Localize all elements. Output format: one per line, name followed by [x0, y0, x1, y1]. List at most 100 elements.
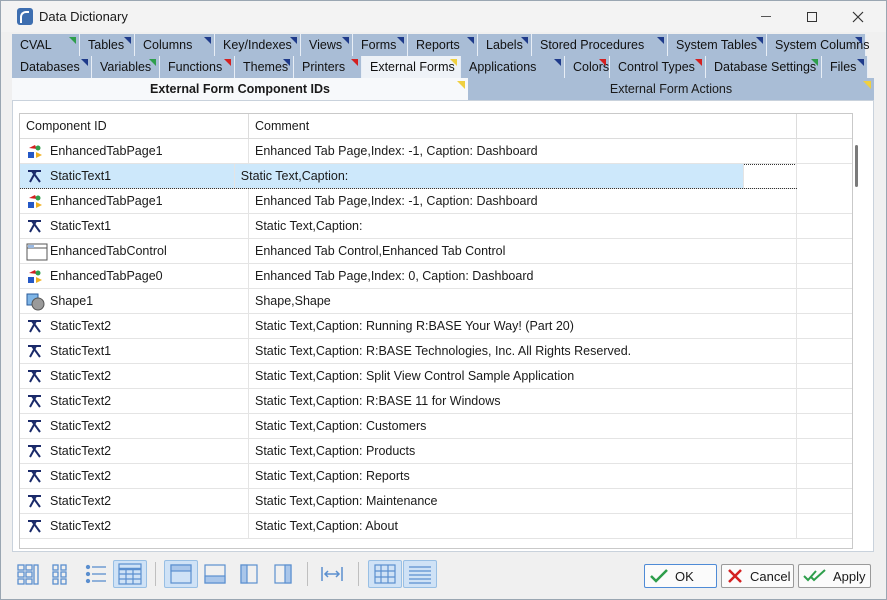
- cell-component-id[interactable]: StaticText2: [20, 414, 249, 438]
- table-row[interactable]: StaticText1 Static Text,Caption:: [20, 164, 797, 189]
- tab-stored-procedures[interactable]: Stored Procedures: [532, 34, 668, 56]
- large-icons-view-button[interactable]: [13, 560, 43, 588]
- tab-columns[interactable]: Columns: [135, 34, 215, 56]
- tab-corner-marker: [857, 59, 864, 66]
- tab-tables[interactable]: Tables: [80, 34, 135, 56]
- tab-databases[interactable]: Databases: [12, 56, 92, 78]
- cell-comment[interactable]: Static Text,Caption: Products: [249, 439, 797, 463]
- cell-comment[interactable]: Static Text,Caption:: [249, 214, 797, 238]
- cell-component-id[interactable]: StaticText2: [20, 314, 249, 338]
- grid-lines-button[interactable]: [368, 560, 402, 588]
- table-row[interactable]: StaticText2 Static Text,Caption: Customer…: [20, 414, 852, 439]
- tab-colors[interactable]: Colors: [565, 56, 610, 78]
- cell-comment[interactable]: Static Text,Caption: Reports: [249, 464, 797, 488]
- tab-system-tables[interactable]: System Tables: [668, 34, 767, 56]
- tab-forms[interactable]: Forms: [353, 34, 408, 56]
- table-row[interactable]: Shape1 Shape,Shape: [20, 289, 852, 314]
- tab-external-forms[interactable]: External Forms: [362, 56, 461, 78]
- tab-files[interactable]: Files: [822, 56, 868, 78]
- cell-component-id[interactable]: StaticText2: [20, 514, 249, 538]
- tab-cval[interactable]: CVAL: [12, 34, 80, 56]
- tab-key-indexes[interactable]: Key/Indexes: [215, 34, 301, 56]
- tab-variables[interactable]: Variables: [92, 56, 160, 78]
- table-row[interactable]: StaticText2 Static Text,Caption: Maintena…: [20, 489, 852, 514]
- tab-printers[interactable]: Printers: [294, 56, 362, 78]
- cell-comment[interactable]: Static Text,Caption: About: [249, 514, 797, 538]
- tab-control-types[interactable]: Control Types: [610, 56, 706, 78]
- cell-comment[interactable]: Enhanced Tab Control,Enhanced Tab Contro…: [249, 239, 797, 263]
- cell-component-id[interactable]: EnhancedTabPage0: [20, 264, 249, 288]
- tab-label: Databases: [20, 60, 80, 74]
- tab-database-settings[interactable]: Database Settings: [706, 56, 822, 78]
- list-view-button[interactable]: [81, 560, 111, 588]
- table-row[interactable]: StaticText2 Static Text,Caption: Running …: [20, 314, 852, 339]
- details-view-button[interactable]: [113, 560, 147, 588]
- cell-component-id[interactable]: StaticText1: [20, 164, 235, 188]
- cell-comment[interactable]: Static Text,Caption: Running R:BASE Your…: [249, 314, 797, 338]
- table-row[interactable]: StaticText2 Static Text,Caption: Products: [20, 439, 852, 464]
- cell-component-id[interactable]: StaticText1: [20, 339, 249, 363]
- table-row[interactable]: EnhancedTabPage0 Enhanced Tab Page,Index:…: [20, 264, 852, 289]
- tab-applications[interactable]: Applications: [461, 56, 565, 78]
- table-row[interactable]: StaticText2 Static Text,Caption: Split Vi…: [20, 364, 852, 389]
- minimize-button[interactable]: [743, 1, 789, 32]
- column-header-component-id[interactable]: Component ID: [20, 114, 249, 139]
- cell-component-id[interactable]: EnhancedTabPage1: [20, 139, 249, 163]
- apply-button[interactable]: Apply: [798, 564, 871, 588]
- column-header-comment[interactable]: Comment: [249, 114, 797, 139]
- cell-comment[interactable]: Static Text,Caption: Split View Control …: [249, 364, 797, 388]
- cell-component-id[interactable]: Shape1: [20, 289, 249, 313]
- cell-component-id[interactable]: StaticText2: [20, 439, 249, 463]
- cell-component-id[interactable]: StaticText2: [20, 464, 249, 488]
- small-icons-view-button[interactable]: [47, 560, 77, 588]
- cell-comment[interactable]: Shape,Shape: [249, 289, 797, 313]
- maximize-button[interactable]: [789, 1, 835, 32]
- cell-comment[interactable]: Enhanced Tab Page,Index: -1, Caption: Da…: [249, 139, 797, 163]
- close-button[interactable]: [835, 1, 881, 32]
- cell-comment[interactable]: Static Text,Caption: R:BASE Technologies…: [249, 339, 797, 363]
- cell-comment[interactable]: Static Text,Caption: Maintenance: [249, 489, 797, 513]
- layout-top-button[interactable]: [164, 560, 198, 588]
- table-row[interactable]: StaticText1 Static Text,Caption:: [20, 214, 852, 239]
- tab-functions[interactable]: Functions: [160, 56, 235, 78]
- cell-component-id[interactable]: StaticText2: [20, 364, 249, 388]
- table-row[interactable]: EnhancedTabPage1 Enhanced Tab Page,Index:…: [20, 139, 852, 164]
- tab-views[interactable]: Views: [301, 34, 353, 56]
- table-row[interactable]: StaticText2 Static Text,Caption: R:BASE 1…: [20, 389, 852, 414]
- tab-corner-marker: [521, 37, 528, 44]
- cell-comment[interactable]: Static Text,Caption: Customers: [249, 414, 797, 438]
- table-row[interactable]: EnhancedTabPage1 Enhanced Tab Page,Index:…: [20, 189, 852, 214]
- cell-component-id[interactable]: StaticText2: [20, 389, 249, 413]
- ok-button[interactable]: OK: [644, 564, 717, 588]
- table-row[interactable]: StaticText1 Static Text,Caption: R:BASE T…: [20, 339, 852, 364]
- table-row[interactable]: StaticText2 Static Text,Caption: About: [20, 514, 852, 539]
- cancel-button[interactable]: Cancel: [721, 564, 794, 588]
- row-lines-button[interactable]: [403, 560, 437, 588]
- cell-component-id[interactable]: StaticText2: [20, 489, 249, 513]
- cell-comment[interactable]: Enhanced Tab Page,Index: -1, Caption: Da…: [249, 189, 797, 213]
- tab-themes[interactable]: Themes: [235, 56, 294, 78]
- tab-corner-marker: [283, 59, 290, 66]
- subtab-actions[interactable]: External Form Actions: [468, 78, 874, 100]
- cell-component-id[interactable]: StaticText1: [20, 214, 249, 238]
- cell-comment[interactable]: Enhanced Tab Page,Index: 0, Caption: Das…: [249, 264, 797, 288]
- cell-comment[interactable]: Static Text,Caption: R:BASE 11 for Windo…: [249, 389, 797, 413]
- vertical-scrollbar[interactable]: [853, 113, 867, 549]
- tab-system-columns[interactable]: System Columns: [767, 34, 869, 56]
- cancel-button-label: Cancel: [750, 568, 791, 584]
- cell-component-id[interactable]: EnhancedTabPage1: [20, 189, 249, 213]
- layout-right-button[interactable]: [268, 560, 298, 588]
- table-row[interactable]: StaticText2 Static Text,Caption: Reports: [20, 464, 852, 489]
- layout-left-button[interactable]: [234, 560, 264, 588]
- subtab-component-ids[interactable]: External Form Component IDs: [12, 78, 468, 100]
- tab-label: Applications: [469, 60, 537, 74]
- cell-component-id[interactable]: EnhancedTabControl: [20, 239, 249, 263]
- tab-reports[interactable]: Reports: [408, 34, 478, 56]
- cell-comment[interactable]: Static Text,Caption:: [234, 164, 745, 188]
- layout-bottom-button[interactable]: [200, 560, 230, 588]
- tab-labels[interactable]: Labels: [478, 34, 532, 56]
- fit-width-button[interactable]: [317, 560, 347, 588]
- title-bar: Data Dictionary: [1, 1, 886, 32]
- scrollbar-thumb[interactable]: [855, 145, 858, 187]
- table-row[interactable]: EnhancedTabControl Enhanced Tab Control,E…: [20, 239, 852, 264]
